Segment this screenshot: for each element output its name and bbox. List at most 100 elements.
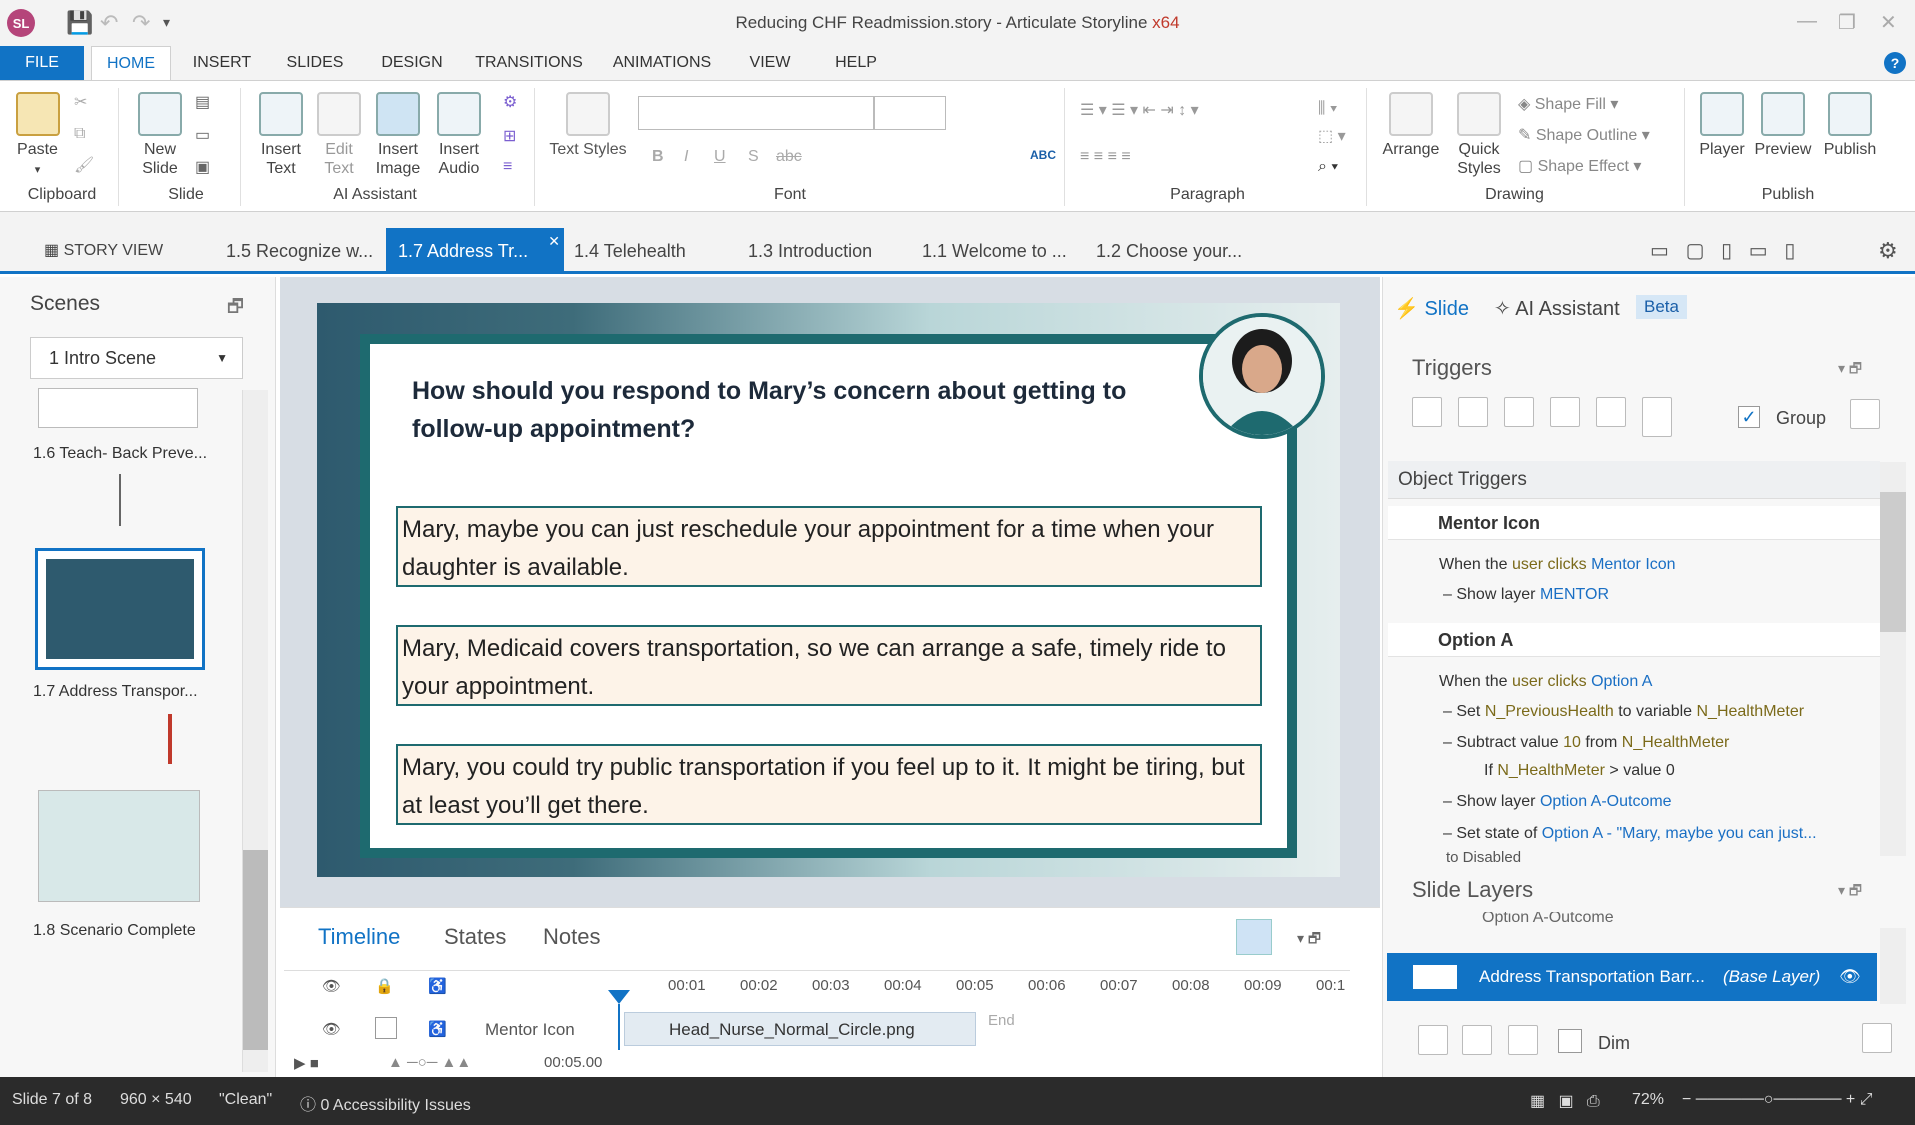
- close-tab-icon[interactable]: ✕: [548, 218, 560, 264]
- tab-slides[interactable]: SLIDES: [282, 46, 348, 80]
- restore-panel-icon[interactable]: 🗗: [227, 294, 244, 324]
- duplicate-slide-icon[interactable]: ▭: [195, 125, 210, 145]
- device-preview-icons[interactable]: ▭ ▢ ▯ ▭ ▯: [1650, 228, 1795, 274]
- collapse-icon[interactable]: ▾ 🗗: [1838, 358, 1862, 382]
- slide-tab[interactable]: 1.2 Choose your...: [1096, 228, 1242, 274]
- minimize-icon[interactable]: —: [1797, 10, 1817, 33]
- shape-fill-button[interactable]: ◈ Shape Fill ▾: [1518, 94, 1618, 114]
- publish-button[interactable]: Publish: [1818, 92, 1882, 159]
- close-window-icon[interactable]: ✕: [1880, 10, 1897, 35]
- slide-tab[interactable]: 1.4 Telehealth: [574, 228, 686, 274]
- view-mode-icons[interactable]: ▦ ▣ ⎙: [1530, 1091, 1600, 1111]
- option-a[interactable]: Mary, maybe you can just reschedule your…: [396, 506, 1262, 587]
- scene-select[interactable]: 1 Intro Scene ▼: [30, 337, 243, 379]
- option-c[interactable]: Mary, you could try public transportatio…: [396, 744, 1262, 825]
- trigger-action[interactable]: – Set N_PreviousHealth to variable N_Hea…: [1443, 703, 1804, 721]
- slide-thumbnail[interactable]: [38, 790, 200, 902]
- scenes-scrollbar[interactable]: [242, 390, 268, 1072]
- columns-icon[interactable]: ⫼ ▾: [1318, 100, 1338, 118]
- paste-trigger-icon[interactable]: [1550, 397, 1580, 427]
- move-trigger-icon[interactable]: [1642, 397, 1672, 437]
- help-icon[interactable]: ?: [1884, 52, 1906, 74]
- ai-add-icon[interactable]: ⊞: [503, 126, 516, 146]
- bullets-icon[interactable]: ☰ ▾ ☰ ▾ ⇤ ⇥ ↕ ▾: [1080, 100, 1199, 120]
- delete-layer-icon[interactable]: [1508, 1025, 1538, 1055]
- edit-text-button[interactable]: Edit Text: [313, 92, 365, 178]
- eye-icon[interactable]: 👁: [322, 977, 341, 995]
- play-icon[interactable]: ▶ ■: [294, 1054, 319, 1072]
- timeline-bar[interactable]: Head_Nurse_Normal_Circle.png: [624, 1012, 976, 1046]
- text-styles-button[interactable]: Text Styles: [545, 92, 631, 159]
- zoom-slider[interactable]: − ──────○────── + ⤢: [1682, 1091, 1873, 1109]
- slide-thumbnail[interactable]: [38, 388, 198, 428]
- trigger-group-mentor[interactable]: Mentor Icon: [1388, 506, 1880, 540]
- restore-icon[interactable]: ❐: [1838, 10, 1856, 35]
- tab-design[interactable]: DESIGN: [377, 46, 447, 80]
- slide-tab[interactable]: 1.3 Introduction: [748, 228, 872, 274]
- tab-view[interactable]: VIEW: [745, 46, 795, 80]
- insert-image-button[interactable]: Insert Image: [370, 92, 426, 178]
- layout-icon[interactable]: ▤: [195, 92, 210, 112]
- align-icon[interactable]: ≡ ≡ ≡ ≡: [1080, 148, 1131, 166]
- playhead[interactable]: [608, 990, 630, 1004]
- text-box-icon[interactable]: ⬚ ▾: [1318, 126, 1346, 146]
- variables-icon[interactable]: [1850, 399, 1880, 429]
- trigger-action[interactable]: – Show layer MENTOR: [1443, 586, 1609, 604]
- slide-tab[interactable]: 1.1 Welcome to ...: [922, 228, 1067, 274]
- base-layer-item[interactable]: Address Transportation Barr... (Base Lay…: [1387, 953, 1877, 1001]
- layer-item-partial[interactable]: Option A-Outcome: [1482, 912, 1862, 932]
- trigger-condition[interactable]: If N_HealthMeter > value 0: [1484, 762, 1675, 780]
- strikethrough-icon[interactable]: abc: [776, 148, 802, 166]
- new-slide-button[interactable]: New Slide: [130, 92, 190, 178]
- quick-styles-button[interactable]: Quick Styles: [1448, 92, 1510, 178]
- preview-button[interactable]: Preview: [1752, 92, 1814, 159]
- collapse-icon[interactable]: ▾ 🗗: [1838, 880, 1862, 904]
- trigger-action[interactable]: – Set state of Option A - "Mary, maybe y…: [1443, 825, 1817, 843]
- mentor-icon[interactable]: [1199, 313, 1325, 439]
- paste-button[interactable]: Paste ▾: [10, 92, 65, 180]
- cut-icon[interactable]: ✂: [74, 92, 87, 112]
- new-layer-icon[interactable]: [1418, 1025, 1448, 1055]
- layer-properties-icon[interactable]: [1862, 1023, 1892, 1053]
- eye-icon[interactable]: 👁: [322, 1020, 341, 1038]
- accessibility-status[interactable]: ⓘ 0 Accessibility Issues: [300, 1091, 471, 1115]
- font-size-select[interactable]: [874, 96, 946, 130]
- copy-trigger-icon[interactable]: [1504, 397, 1534, 427]
- slide-properties-icon[interactable]: ▣: [195, 157, 210, 177]
- tab-states[interactable]: States: [444, 924, 506, 950]
- trigger-action[interactable]: – Show layer Option A-Outcome: [1443, 793, 1672, 811]
- ai-settings-icon[interactable]: ⚙: [503, 92, 517, 112]
- shadow-icon[interactable]: S: [748, 148, 759, 166]
- story-view-tab[interactable]: ▦ STORY VIEW: [44, 228, 163, 274]
- visibility-icon[interactable]: 👁: [1839, 953, 1861, 1001]
- insert-text-button[interactable]: Insert Text: [255, 92, 307, 178]
- option-b[interactable]: Mary, Medicaid covers transportation, so…: [396, 625, 1262, 706]
- duplicate-layer-icon[interactable]: [1462, 1025, 1492, 1055]
- tab-home[interactable]: HOME: [91, 46, 171, 80]
- timeline-menu-icon[interactable]: ▾ 🗗: [1297, 928, 1321, 952]
- delete-trigger-icon[interactable]: [1596, 397, 1626, 427]
- ai-align-icon[interactable]: ≡: [503, 158, 512, 176]
- font-family-select[interactable]: [638, 96, 874, 130]
- accessibility-icon[interactable]: ♿: [428, 977, 447, 995]
- tab-slide[interactable]: ⚡ Slide: [1394, 296, 1469, 321]
- tab-help[interactable]: HELP: [833, 46, 879, 80]
- spell-check-icon[interactable]: ABC: [1030, 148, 1056, 162]
- new-trigger-icon[interactable]: [1412, 397, 1442, 427]
- underline-icon[interactable]: U: [714, 148, 726, 166]
- lock-checkbox[interactable]: [375, 1017, 397, 1039]
- zoom-slider[interactable]: ▲ ─○─ ▲▲: [388, 1054, 471, 1071]
- italic-icon[interactable]: I: [684, 148, 688, 166]
- layers-scrollbar[interactable]: [1880, 928, 1906, 1004]
- settings-icon[interactable]: ⚙: [1878, 228, 1898, 274]
- player-button[interactable]: Player: [1692, 92, 1752, 159]
- find-icon[interactable]: ⌕ ▾: [1318, 158, 1338, 176]
- edit-trigger-icon[interactable]: [1458, 397, 1488, 427]
- slide-tab-active[interactable]: 1.7 Address Tr... ✕: [386, 228, 564, 274]
- tab-notes[interactable]: Notes: [543, 924, 600, 950]
- tab-file[interactable]: FILE: [0, 46, 84, 80]
- trigger-mentor[interactable]: When the user clicks Mentor Icon: [1439, 556, 1676, 574]
- timeline-fit-icon[interactable]: [1236, 919, 1272, 955]
- trigger-action[interactable]: – Subtract value 10 from N_HealthMeter: [1443, 734, 1729, 752]
- shape-outline-button[interactable]: ✎ Shape Outline ▾: [1518, 125, 1650, 145]
